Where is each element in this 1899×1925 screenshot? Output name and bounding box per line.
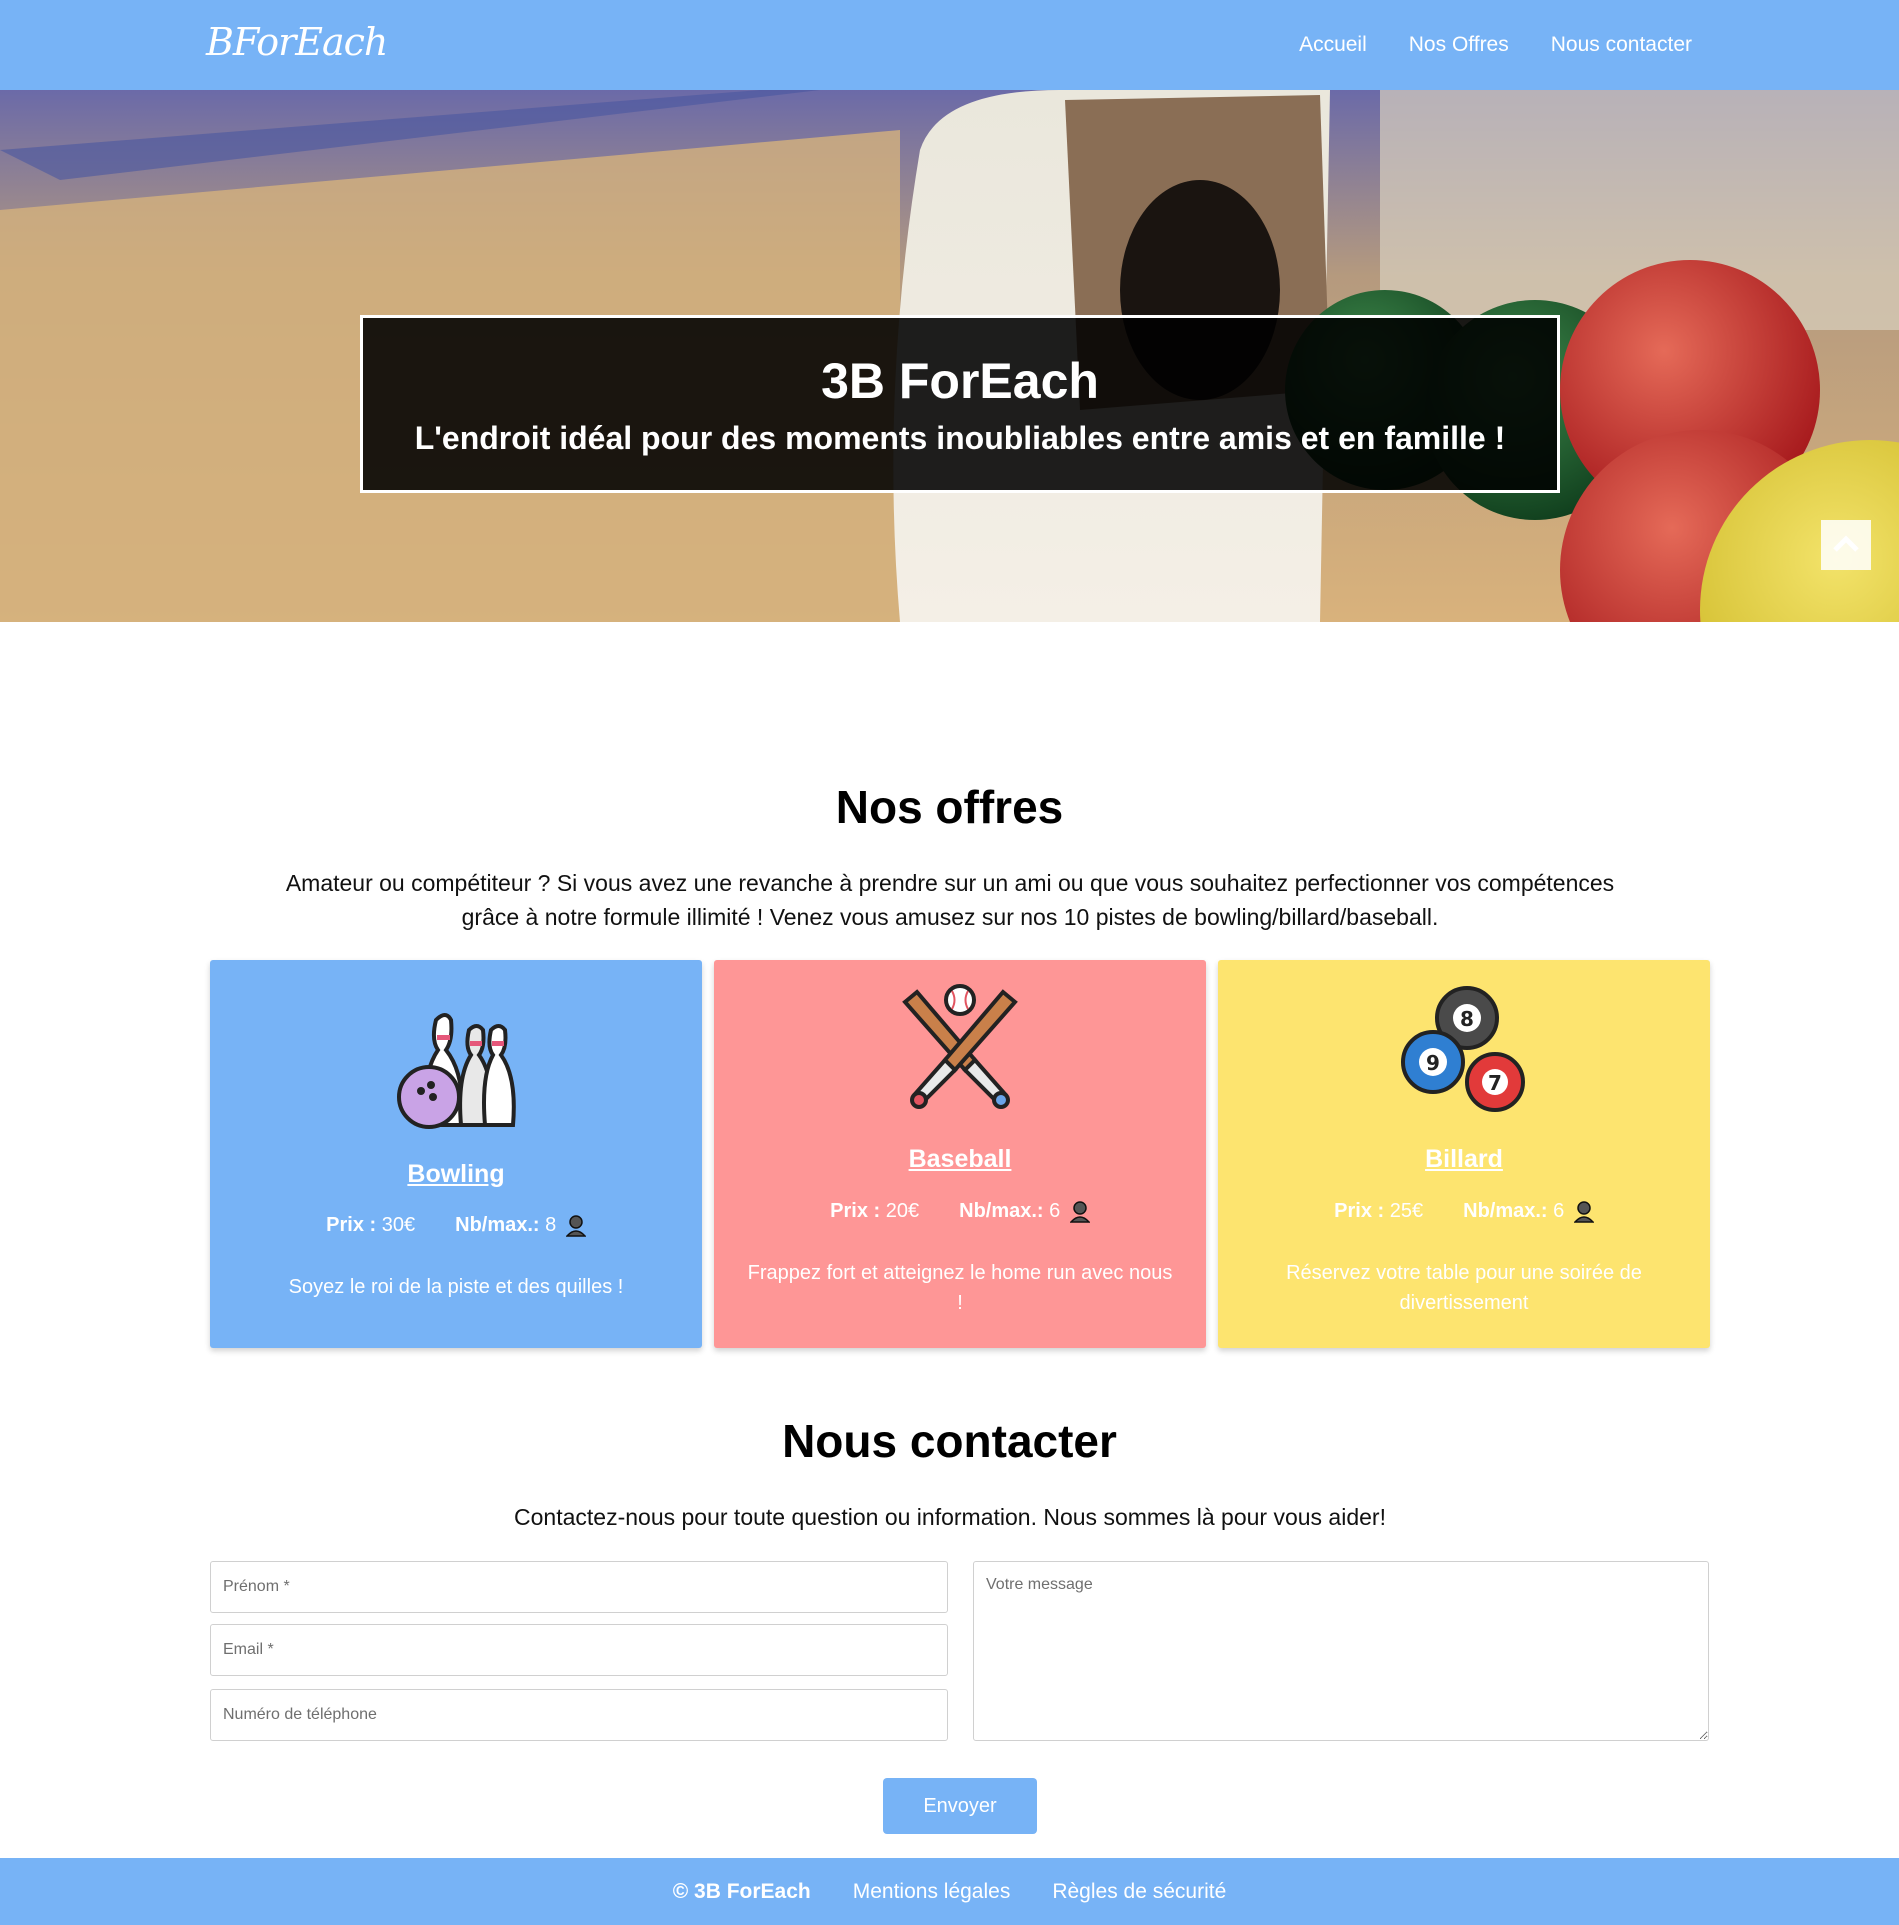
offer-price: 20€ — [885, 1200, 920, 1222]
footer-copyright: © 3B ForEach — [672, 1879, 811, 1903]
offer-card-bowling[interactable]: Bowling Prix : 30€ Nb/max.: 8 Soyez le r… — [210, 960, 702, 1348]
site-logo[interactable]: BForEach — [206, 20, 388, 64]
offer-description: Réservez votre table pour une soirée de … — [1286, 1262, 1642, 1314]
offer-name[interactable]: Billard — [1218, 1145, 1710, 1174]
svg-text:9: 9 — [1426, 1051, 1440, 1075]
billiard-icon: 8 9 7 — [1401, 986, 1525, 1112]
offers-title: Nos offres — [835, 781, 1064, 833]
svg-text:7: 7 — [1488, 1071, 1502, 1095]
svg-text:8: 8 — [1460, 1007, 1474, 1031]
baseball-icon — [902, 984, 1018, 1109]
bowling-icon — [397, 1013, 516, 1129]
phone-input[interactable] — [210, 1689, 948, 1741]
offer-stats: Prix : 25€ Nb/max.: 6 — [1218, 1200, 1710, 1223]
footer-safety-link[interactable]: Règles de sécurité — [1052, 1880, 1226, 1904]
chevron-up-icon — [1833, 535, 1859, 552]
offer-max: 8 — [545, 1214, 557, 1236]
offer-description: Soyez le roi de la piste et des quilles … — [288, 1276, 624, 1298]
offer-max: 6 — [1049, 1200, 1061, 1222]
offer-description: Frappez fort et atteignez le home run av… — [747, 1262, 1173, 1314]
offer-name[interactable]: Bowling — [210, 1160, 702, 1189]
offer-stats: Prix : 30€ Nb/max.: 8 — [210, 1214, 702, 1237]
email-input[interactable] — [210, 1624, 948, 1676]
hero-title: 3B ForEach — [821, 353, 1099, 409]
navbar: BForEach Accueil Nos Offres Nous contact… — [0, 0, 1899, 90]
nav-link-offres[interactable]: Nos Offres — [1409, 33, 1509, 57]
send-button[interactable]: Envoyer — [883, 1778, 1037, 1834]
offers-cards: Bowling Prix : 30€ Nb/max.: 8 Soyez le r… — [210, 960, 1710, 1348]
footer: © 3B ForEach Mentions légales Règles de … — [0, 1858, 1899, 1925]
hero-caption-box: 3B ForEach L'endroit idéal pour des mome… — [360, 315, 1560, 493]
nav-link-contact[interactable]: Nous contacter — [1551, 33, 1692, 57]
person-icon — [565, 1214, 586, 1237]
scroll-to-top-button[interactable] — [1821, 520, 1871, 570]
nav-links: Accueil Nos Offres Nous contacter — [1299, 0, 1692, 90]
offer-stats: Prix : 20€ Nb/max.: 6 — [714, 1200, 1206, 1223]
nav-link-accueil[interactable]: Accueil — [1299, 33, 1367, 57]
offer-price: 25€ — [1389, 1200, 1424, 1222]
offer-card-billiard[interactable]: 8 9 7 Billard Prix : 25€ Nb/max.: 6 Rése… — [1218, 960, 1710, 1348]
person-icon — [1573, 1200, 1594, 1223]
contact-title: Nous contacter — [782, 1415, 1117, 1467]
offer-price: 30€ — [381, 1214, 416, 1236]
hero-subtitle: L'endroit idéal pour des moments inoubli… — [414, 420, 1506, 456]
offers-description: Amateur ou compétiteur ? Si vous avez un… — [285, 870, 1615, 930]
firstname-input[interactable] — [210, 1561, 948, 1613]
contact-description: Contactez-nous pour toute question ou in… — [514, 1504, 1386, 1530]
offer-name[interactable]: Baseball — [714, 1145, 1206, 1174]
hero-banner: 3B ForEach L'endroit idéal pour des mome… — [0, 90, 1899, 622]
person-icon — [1069, 1200, 1090, 1223]
footer-legal-link[interactable]: Mentions légales — [853, 1880, 1011, 1904]
message-textarea[interactable] — [973, 1561, 1709, 1741]
offer-card-baseball[interactable]: Baseball Prix : 20€ Nb/max.: 6 Frappez f… — [714, 960, 1206, 1348]
offer-max: 6 — [1553, 1200, 1565, 1222]
